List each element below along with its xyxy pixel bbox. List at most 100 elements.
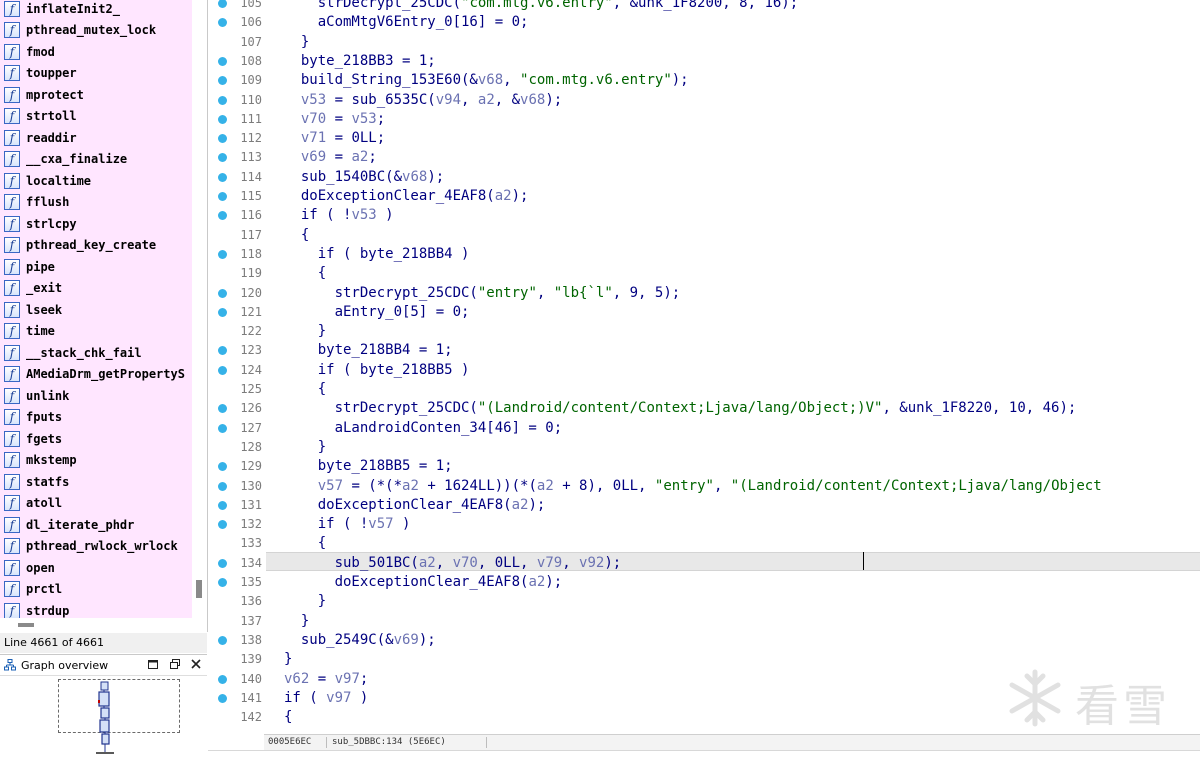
code-line[interactable]: 133 { <box>208 534 1200 553</box>
code-line[interactable]: 113 v69 = a2; <box>208 148 1200 167</box>
function-list-item[interactable]: f __cxa_finalize <box>0 149 192 170</box>
code-line[interactable]: 134 sub_501BC(a2, v70, 0LL, v79, v92); <box>208 554 1200 573</box>
code-line[interactable]: 136 } <box>208 592 1200 611</box>
breakpoint-dot-icon[interactable] <box>218 249 227 259</box>
function-list-item[interactable]: f mkstemp <box>0 450 192 471</box>
breakpoint-dot-icon[interactable] <box>218 462 227 472</box>
breakpoint-dot-icon[interactable] <box>218 365 227 375</box>
graph-overview-canvas[interactable] <box>0 676 207 759</box>
code-line[interactable]: 107 } <box>208 33 1200 52</box>
code-line[interactable]: 122 } <box>208 322 1200 341</box>
function-list-item[interactable]: f fgets <box>0 428 192 449</box>
code-line[interactable]: 131 doExceptionClear_4EAF8(a2); <box>208 496 1200 515</box>
function-list-item[interactable]: f fflush <box>0 192 192 213</box>
code-line[interactable]: 115 doExceptionClear_4EAF8(a2); <box>208 187 1200 206</box>
code-line[interactable]: 112 v71 = 0LL; <box>208 129 1200 148</box>
pseudocode-view[interactable]: 105 strDecrypt_25CDC("com.mtg.v6.entry",… <box>208 0 1200 733</box>
code-line[interactable]: 126 strDecrypt_25CDC("(Landroid/content/… <box>208 399 1200 418</box>
code-line[interactable]: 124 if ( byte_218BB5 ) <box>208 361 1200 380</box>
function-list-item[interactable]: f statfs <box>0 471 192 492</box>
breakpoint-dot-icon[interactable] <box>218 423 227 433</box>
breakpoint-dot-icon[interactable] <box>218 404 227 414</box>
function-list-item[interactable]: f lseek <box>0 299 192 320</box>
function-list-item[interactable]: f pthread_rwlock_wrlock <box>0 536 192 557</box>
float-icon[interactable] <box>168 658 182 672</box>
function-list-item[interactable]: f readdir <box>0 127 192 148</box>
breakpoint-dot-icon[interactable] <box>218 693 227 703</box>
breakpoint-dot-icon[interactable] <box>218 288 227 298</box>
breakpoint-dot-icon[interactable] <box>218 481 227 491</box>
function-list-item[interactable]: f dl_iterate_phdr <box>0 514 192 535</box>
function-list-item[interactable]: f atoll <box>0 493 192 514</box>
breakpoint-dot-icon[interactable] <box>218 520 227 530</box>
breakpoint-dot-icon[interactable] <box>218 76 227 86</box>
close-icon[interactable] <box>189 658 203 672</box>
breakpoint-dot-icon[interactable] <box>218 500 227 510</box>
function-list-item[interactable]: f fputs <box>0 407 192 428</box>
function-list-item[interactable]: f _exit <box>0 278 192 299</box>
code-line[interactable]: 129 byte_218BB5 = 1; <box>208 457 1200 476</box>
function-list-item[interactable]: f pthread_key_create <box>0 235 192 256</box>
code-line[interactable]: 127 aLandroidConten_34[46] = 0; <box>208 419 1200 438</box>
function-list-item[interactable]: f pthread_mutex_lock <box>0 20 192 41</box>
breakpoint-dot-icon[interactable] <box>218 558 227 568</box>
breakpoint-dot-icon[interactable] <box>218 56 227 66</box>
function-list-item[interactable]: f strtoll <box>0 106 192 127</box>
code-line[interactable]: 109 build_String_153E60(&v68, "com.mtg.v… <box>208 71 1200 90</box>
graph-viewport-rect[interactable] <box>58 679 180 733</box>
functions-list[interactable]: f inflateInit2_ f pthread_mutex_lock f fmod f t… <box>0 0 192 618</box>
code-line[interactable]: 106 aComMtgV6Entry_0[16] = 0; <box>208 13 1200 32</box>
breakpoint-dot-icon[interactable] <box>218 346 227 356</box>
function-list-item[interactable]: f __stack_chk_fail <box>0 342 192 363</box>
code-line[interactable]: 128 } <box>208 438 1200 457</box>
breakpoint-dot-icon[interactable] <box>218 211 227 221</box>
function-list-item[interactable]: f pipe <box>0 256 192 277</box>
code-line[interactable]: 116 if ( !v53 ) <box>208 206 1200 225</box>
function-list-item[interactable]: f fmod <box>0 41 192 62</box>
function-list-item[interactable]: f open <box>0 557 192 578</box>
function-list-item[interactable]: f time <box>0 321 192 342</box>
breakpoint-dot-icon[interactable] <box>218 153 227 163</box>
breakpoint-dot-icon[interactable] <box>218 95 227 105</box>
function-list-item[interactable]: f toupper <box>0 63 192 84</box>
function-list-item[interactable]: f mprotect <box>0 84 192 105</box>
code-line[interactable]: 114 sub_1540BC(&v68); <box>208 168 1200 187</box>
breakpoint-dot-icon[interactable] <box>218 172 227 182</box>
code-line[interactable]: 111 v70 = v53; <box>208 110 1200 129</box>
breakpoint-dot-icon[interactable] <box>218 114 227 124</box>
code-line[interactable]: 138 sub_2549C(&v69); <box>208 631 1200 650</box>
function-list-item[interactable]: f AMediaDrm_getPropertyS <box>0 364 192 385</box>
breakpoint-dot-icon[interactable] <box>218 635 227 645</box>
code-line[interactable]: 123 byte_218BB4 = 1; <box>208 341 1200 360</box>
scrollbar-thumb[interactable] <box>196 580 202 598</box>
breakpoint-dot-icon[interactable] <box>218 578 227 587</box>
functions-horizontal-scrollbar[interactable] <box>0 618 207 632</box>
breakpoint-dot-icon[interactable] <box>218 134 227 144</box>
functions-vertical-scrollbar[interactable] <box>192 0 207 618</box>
code-line[interactable]: 125 { <box>208 380 1200 399</box>
code-line[interactable]: 110 v53 = sub_6535C(v94, a2, &v68); <box>208 91 1200 110</box>
breakpoint-dot-icon[interactable] <box>218 674 227 684</box>
breakpoint-dot-icon[interactable] <box>218 307 227 317</box>
function-list-item[interactable]: f strdup <box>0 600 192 618</box>
code-line[interactable]: 108 byte_218BB3 = 1; <box>208 52 1200 71</box>
code-line[interactable]: 117 { <box>208 226 1200 245</box>
function-list-item[interactable]: f prctl <box>0 579 192 600</box>
code-line[interactable]: 120 strDecrypt_25CDC("entry", "lb{`l", 9… <box>208 284 1200 303</box>
restore-icon[interactable] <box>146 658 160 672</box>
code-line[interactable]: 118 if ( byte_218BB4 ) <box>208 245 1200 264</box>
function-list-item[interactable]: f localtime <box>0 170 192 191</box>
code-line[interactable]: 135 doExceptionClear_4EAF8(a2); <box>208 573 1200 592</box>
breakpoint-dot-icon[interactable] <box>218 0 227 8</box>
scrollbar-thumb[interactable] <box>18 623 34 627</box>
code-line[interactable]: 105 strDecrypt_25CDC("com.mtg.v6.entry",… <box>208 0 1200 13</box>
function-list-item[interactable]: f strlcpy <box>0 213 192 234</box>
code-line[interactable]: 121 aEntry_0[5] = 0; <box>208 303 1200 322</box>
code-line[interactable]: 119 { <box>208 264 1200 283</box>
breakpoint-dot-icon[interactable] <box>218 192 227 201</box>
breakpoint-dot-icon[interactable] <box>218 18 227 28</box>
code-line[interactable]: 132 if ( !v57 ) <box>208 515 1200 534</box>
code-line[interactable]: 137 } <box>208 612 1200 631</box>
function-list-item[interactable]: f unlink <box>0 385 192 406</box>
code-line[interactable]: 130 v57 = (*(*a2 + 1624LL))(*(a2 + 8), 0… <box>208 477 1200 496</box>
